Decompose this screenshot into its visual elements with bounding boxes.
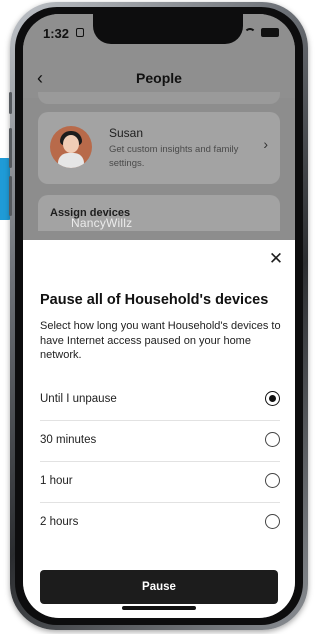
previous-card xyxy=(38,92,280,104)
pause-button[interactable]: Pause xyxy=(40,570,278,604)
option-label: 1 hour xyxy=(40,475,73,487)
radio-selected[interactable] xyxy=(265,391,280,406)
side-button-left-mid xyxy=(9,128,12,168)
sheet-title: Pause all of Household's devices xyxy=(40,292,269,308)
option-2-hours[interactable]: 2 hours xyxy=(40,503,280,543)
side-button-left-low xyxy=(9,176,12,216)
chevron-right-icon: › xyxy=(263,136,268,152)
avatar xyxy=(50,126,92,168)
status-time: 1:32 xyxy=(43,26,70,41)
lock-icon xyxy=(76,28,84,37)
pause-bottom-sheet: ✕ Pause all of Household's devices Selec… xyxy=(23,240,295,618)
avatar-body xyxy=(58,153,84,168)
battery-icon xyxy=(261,27,279,37)
option-30-minutes[interactable]: 30 minutes xyxy=(40,421,280,462)
option-label: 2 hours xyxy=(40,516,79,528)
person-card[interactable]: Susan Get custom insights and family set… xyxy=(38,112,280,184)
avatar-face xyxy=(63,135,79,153)
person-name: Susan xyxy=(109,126,144,140)
radio-unselected[interactable] xyxy=(265,473,280,488)
option-1-hour[interactable]: 1 hour xyxy=(40,462,280,503)
side-button-left-top xyxy=(9,92,12,114)
radio-unselected[interactable] xyxy=(265,514,280,529)
option-label: 30 minutes xyxy=(40,434,97,446)
option-until-unpause[interactable]: Until I unpause xyxy=(40,380,280,421)
radio-unselected[interactable] xyxy=(265,432,280,447)
pause-duration-options: Until I unpause 30 minutes 1 hour 2 hour… xyxy=(40,380,280,543)
watermark-text: NancyWillz xyxy=(71,216,133,230)
phone-screen: 1:32 ‹ People Susan Get custom insights … xyxy=(23,14,295,618)
close-icon[interactable]: ✕ xyxy=(267,250,285,268)
home-indicator[interactable] xyxy=(122,606,196,610)
wifi-icon xyxy=(244,27,256,37)
page-title: People xyxy=(136,70,182,86)
person-description: Get custom insights and family settings. xyxy=(109,144,239,169)
notch xyxy=(93,14,243,44)
option-label: Until I unpause xyxy=(40,393,117,405)
sheet-description: Select how long you want Household's dev… xyxy=(40,320,281,361)
